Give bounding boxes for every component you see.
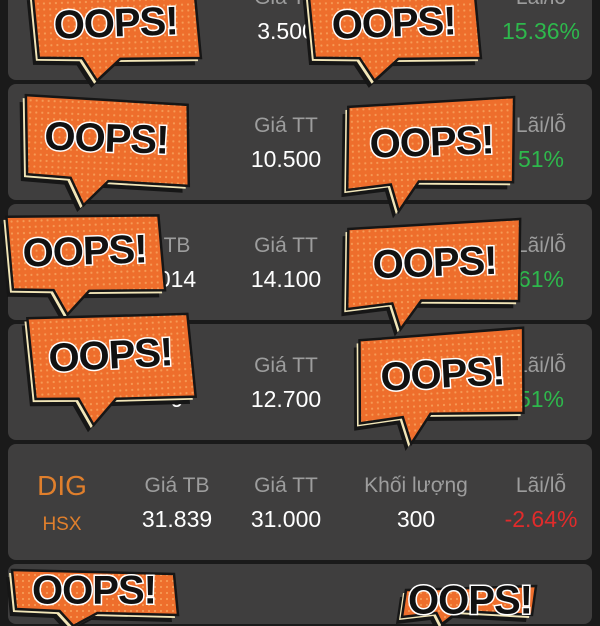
oops-sticker: OOPS!	[341, 95, 522, 219]
pl-label: Lãi/lỗ	[515, 474, 567, 497]
oops-sticker: OOPS!	[18, 91, 194, 213]
oops-text: OOPS!	[372, 239, 497, 287]
pl-value: 15.36%	[501, 18, 580, 44]
oops-text: OOPS!	[369, 118, 494, 166]
exchange-label: HSX	[42, 514, 82, 535]
speech-bubble-icon: OOPS!	[6, 567, 180, 626]
speech-bubble-icon: OOPS!	[302, 0, 483, 88]
pl-value: -2.64%	[504, 506, 578, 532]
speech-bubble-icon: OOPS!	[396, 577, 538, 626]
oops-sticker: OOPS!	[0, 207, 168, 322]
pl-label: Lãi/lỗ	[490, 0, 592, 10]
speech-bubble-icon: OOPS!	[0, 214, 167, 322]
market-price-value: 12.700	[250, 386, 322, 412]
oops-sticker: OOPS!	[26, 0, 203, 88]
volume-label: Khối lượng	[364, 474, 468, 497]
holding-row[interactable]: DIG HSX Giá TB 31.839 Giá TT 31.000 Khối…	[8, 444, 592, 560]
market-price-value: 14.100	[250, 266, 322, 292]
oops-text: OOPS!	[44, 114, 169, 162]
oops-text: OOPS!	[331, 0, 456, 48]
oops-sticker: OOPS!	[396, 577, 540, 626]
oops-sticker: OOPS!	[21, 306, 199, 433]
market-price-label: Giá TT	[254, 354, 318, 377]
market-price-label: Giá TT	[254, 474, 318, 497]
oops-sticker: OOPS!	[353, 326, 533, 452]
market-price-value: 10.500	[250, 146, 322, 172]
volume-value: 300	[396, 506, 436, 532]
market-price-label: Giá TT	[254, 234, 318, 257]
avg-price-label: Giá TB	[144, 474, 210, 497]
oops-text: OOPS!	[32, 569, 156, 613]
speech-bubble-icon: OOPS!	[21, 312, 198, 433]
speech-bubble-icon: OOPS!	[19, 93, 191, 213]
oops-text: OOPS!	[22, 227, 147, 275]
oops-text: OOPS!	[379, 349, 505, 399]
speech-bubble-icon: OOPS!	[341, 95, 516, 219]
speech-bubble-icon: OOPS!	[353, 326, 525, 452]
avg-price-value: 31.839	[141, 506, 213, 532]
oops-text: OOPS!	[53, 0, 178, 48]
oops-text: OOPS!	[408, 579, 532, 623]
speech-bubble-icon: OOPS!	[26, 0, 203, 88]
oops-sticker: OOPS!	[302, 0, 483, 88]
speech-bubble-icon: OOPS!	[341, 217, 522, 337]
market-price-label: Giá TT	[254, 114, 318, 137]
oops-sticker: OOPS!	[6, 566, 180, 626]
oops-text: OOPS!	[47, 330, 173, 380]
symbol-code: DIG	[37, 470, 87, 501]
oops-sticker: OOPS!	[341, 217, 528, 337]
market-price-value: 31.000	[250, 506, 322, 532]
